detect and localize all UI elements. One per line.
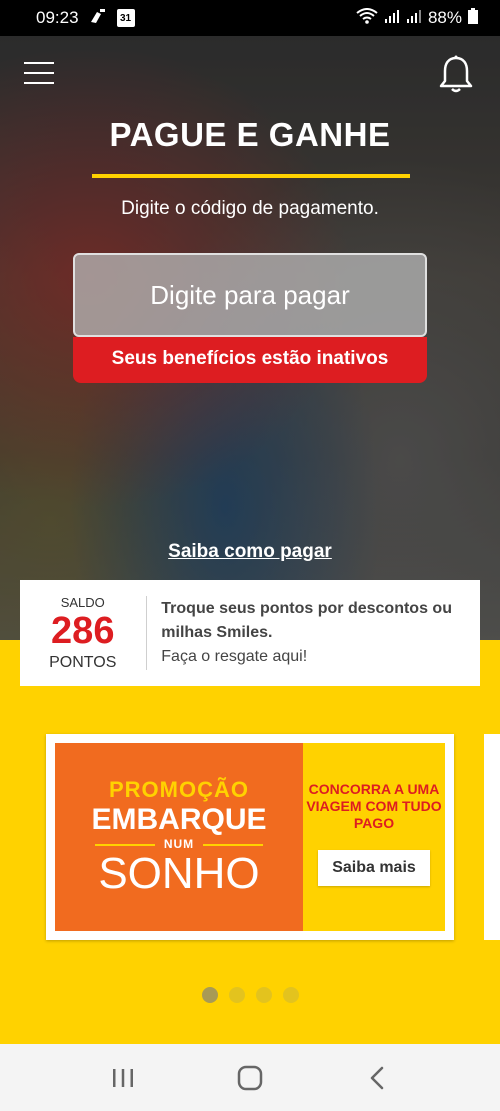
points-card[interactable]: SALDO 286 PONTOS Troque seus pontos por … — [20, 580, 480, 686]
status-time: 09:23 — [36, 8, 79, 27]
carousel-dot-1[interactable] — [201, 987, 218, 1003]
carousel-dot-2[interactable] — [228, 987, 245, 1003]
menu-line — [24, 82, 54, 84]
calendar-day: 31 — [119, 13, 132, 24]
points-value: 286 — [51, 609, 115, 652]
status-right: 88% — [356, 7, 478, 29]
battery-percent: 88% — [427, 8, 462, 27]
benefits-inactive-banner: Seus benefícios estão inativos — [73, 337, 427, 383]
points-balance: SALDO 286 PONTOS — [20, 595, 146, 672]
home-icon — [237, 1065, 263, 1090]
promo-line3: NUM — [55, 837, 303, 851]
battery-icon — [468, 7, 478, 29]
title-underline — [92, 174, 410, 178]
status-bar: 09:23 31 88% — [0, 0, 500, 36]
wifi-icon — [356, 7, 378, 29]
hamburger-menu-icon — [24, 62, 54, 64]
payment-code-input[interactable]: Digite para pagar — [73, 253, 427, 337]
saldo-label: SALDO — [60, 594, 105, 610]
points-description: Troque seus pontos por descontos ou milh… — [146, 597, 480, 669]
points-description-text: Troque seus pontos por descontos ou milh… — [161, 600, 452, 641]
notifications-button[interactable] — [438, 54, 474, 94]
status-left: 09:23 31 — [36, 8, 135, 29]
menu-button[interactable] — [24, 62, 56, 86]
points-unit: PONTOS — [49, 653, 117, 671]
recents-icon — [113, 1068, 134, 1087]
promo-artwork: PROMOÇÃO EMBARQUE NUM SONHO — [55, 743, 303, 931]
carousel-dot-4[interactable] — [282, 987, 299, 1003]
page-title: PAGUE E GANHE — [109, 116, 391, 153]
back-button[interactable] — [357, 1058, 397, 1098]
promo-line4: SONHO — [98, 849, 260, 898]
carousel-indicators — [0, 987, 500, 1003]
promo-learn-more-button[interactable]: Saiba mais — [318, 850, 430, 886]
signal-icon-2 — [406, 8, 422, 29]
next-promo-peek[interactable] — [484, 734, 500, 940]
back-icon — [370, 1066, 383, 1089]
cleaner-icon — [89, 8, 107, 29]
how-to-pay-link[interactable]: Saiba como pagar — [0, 541, 500, 563]
promo-inner: PROMOÇÃO EMBARQUE NUM SONHO CONCORRA A U… — [55, 743, 445, 931]
page-subtitle: Digite o código de pagamento. — [121, 198, 379, 219]
menu-line — [24, 72, 54, 74]
bell-icon — [439, 55, 473, 93]
promo-banner[interactable]: PROMOÇÃO EMBARQUE NUM SONHO CONCORRA A U… — [46, 734, 454, 940]
promo-side: CONCORRA A UMA VIAGEM COM TUDO PAGO Saib… — [303, 743, 445, 931]
recents-button[interactable] — [103, 1058, 143, 1098]
signal-icon — [384, 8, 400, 29]
calendar-icon: 31 — [116, 9, 135, 27]
carousel-dot-3[interactable] — [255, 987, 272, 1003]
promo-line1: PROMOÇÃO — [109, 777, 249, 802]
home-button[interactable] — [230, 1058, 270, 1098]
promo-line2: EMBARQUE — [91, 803, 267, 836]
android-nav-bar — [0, 1044, 500, 1111]
redeem-link[interactable]: Faça o resgate aqui! — [161, 645, 480, 669]
promo-side-text: CONCORRA A UMA VIAGEM COM TUDO PAGO — [306, 781, 442, 831]
